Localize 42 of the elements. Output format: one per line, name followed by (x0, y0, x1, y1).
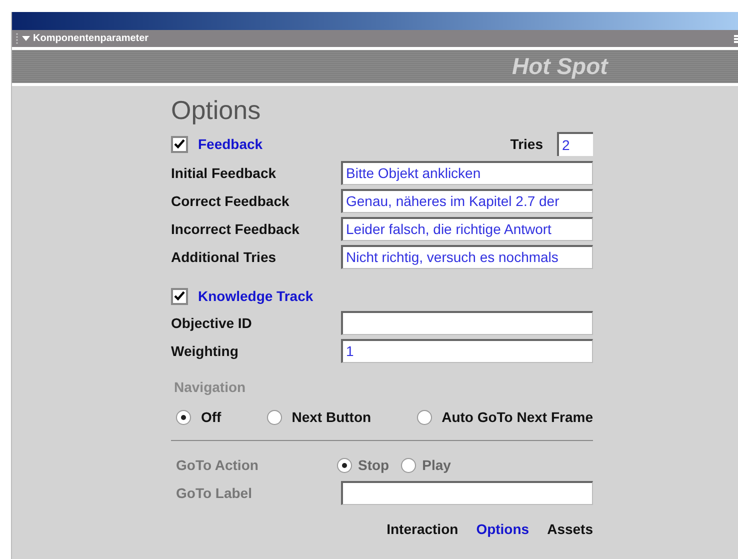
tab[interactable]: Assets (547, 519, 593, 540)
radio-label: Off (201, 408, 222, 426)
section-title: Options (171, 94, 262, 125)
text-field[interactable]: Genau, näheres im Kapitel 2.7 der (341, 189, 593, 213)
panel-title: Komponentenparameter (33, 32, 149, 46)
checkbox[interactable] (171, 288, 188, 304)
field-label: GoTo Label (176, 484, 252, 502)
field-label: Additional Tries (171, 248, 276, 266)
tries-label: Tries (510, 134, 543, 154)
checkbox-label: Feedback (198, 134, 263, 154)
banner-title: Hot Spot (512, 52, 608, 82)
radio-button[interactable] (176, 410, 191, 424)
radio-label: Stop (358, 456, 390, 475)
text-field[interactable]: 1 (341, 339, 593, 363)
text-field[interactable] (341, 311, 593, 335)
radio-button[interactable] (416, 410, 432, 424)
tries-field[interactable]: 2 (557, 132, 593, 156)
radio-button[interactable] (266, 410, 282, 424)
grip-icon (15, 32, 19, 44)
checkbox-label: Knowledge Track (198, 286, 314, 306)
field-label: Correct Feedback (171, 192, 290, 210)
tab[interactable]: Interaction (386, 519, 458, 540)
field-label: Weighting (171, 342, 238, 361)
checkmark-icon (174, 139, 185, 149)
text-field[interactable]: Nicht richtig, versuch es nochmals (341, 245, 593, 269)
checkmark-icon (174, 291, 185, 301)
text-field[interactable]: Bitte Objekt anklicken (341, 161, 593, 185)
panel-header[interactable]: Komponentenparameter (12, 30, 738, 47)
field-label: Objective ID (171, 314, 252, 333)
field-label: Incorrect Feedback (171, 220, 300, 238)
field-label: Initial Feedback (171, 164, 276, 182)
field-label: GoTo Action (175, 456, 260, 474)
text-field[interactable]: Leider falsch, die richtige Antwort (341, 217, 593, 241)
caret-icon (22, 36, 30, 42)
tab[interactable]: Options (476, 519, 530, 540)
navigation-label: Navigation (174, 378, 247, 397)
radio-label: Play (422, 456, 451, 475)
text-field[interactable] (341, 481, 593, 505)
checkbox[interactable] (171, 136, 188, 152)
menu-icon[interactable] (734, 34, 738, 42)
radio-label: Next Button (292, 408, 372, 426)
radio-label: Auto GoTo Next Frame (442, 408, 593, 426)
